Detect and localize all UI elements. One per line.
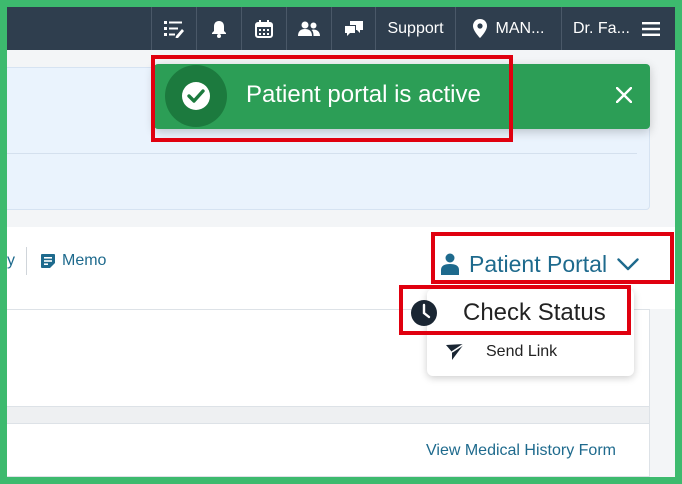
panel-divider	[7, 153, 637, 154]
calendar-icon	[255, 19, 273, 38]
send-link-menu-item[interactable]: Send Link	[427, 337, 634, 367]
portal-button-highlight-box	[431, 232, 674, 284]
messages-nav-button[interactable]	[331, 7, 375, 50]
users-icon	[298, 21, 320, 36]
patients-nav-button[interactable]	[286, 7, 331, 50]
memo-label: Memo	[62, 252, 107, 269]
checklist-icon	[164, 20, 184, 38]
scrollbar-track[interactable]	[650, 309, 675, 477]
location-pin-icon	[472, 19, 487, 38]
tasks-nav-button[interactable]	[151, 7, 196, 50]
user-name-label: Dr. Fa...	[573, 19, 630, 37]
top-nav-bar: Support MAN... Dr. Fa...	[7, 7, 675, 50]
user-menu-button[interactable]: Dr. Fa...	[561, 7, 675, 50]
support-label: Support	[387, 19, 444, 37]
app-frame: Support MAN... Dr. Fa... y Memo View Med…	[7, 7, 675, 477]
check-status-highlight-box	[399, 285, 631, 335]
close-icon[interactable]	[616, 87, 632, 103]
card-band	[7, 406, 649, 424]
send-link-label: Send Link	[486, 343, 558, 360]
memo-icon	[41, 254, 55, 268]
view-medical-history-link[interactable]: View Medical History Form	[426, 442, 616, 460]
memo-tab[interactable]: Memo	[41, 252, 106, 270]
send-icon	[446, 344, 464, 360]
location-label: MAN...	[495, 19, 545, 37]
notifications-nav-button[interactable]	[196, 7, 241, 50]
support-nav-button[interactable]: Support	[375, 7, 455, 50]
bell-icon	[212, 20, 226, 38]
hamburger-menu-icon	[641, 21, 660, 36]
tab-separator	[26, 247, 27, 275]
tabs-row: y Memo	[7, 242, 427, 282]
toast-highlight-box	[151, 55, 513, 142]
chat-icon	[344, 20, 363, 36]
tab-partial[interactable]: y	[7, 252, 15, 270]
calendar-nav-button[interactable]	[241, 7, 286, 50]
location-selector[interactable]: MAN...	[455, 7, 561, 50]
